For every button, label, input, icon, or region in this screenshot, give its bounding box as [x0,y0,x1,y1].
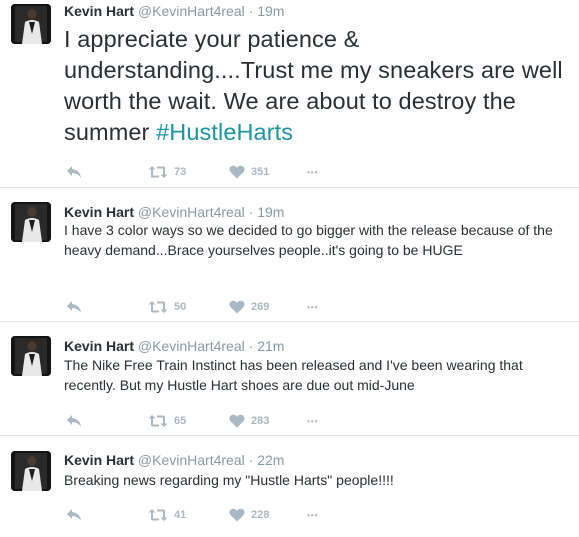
more-button[interactable]: ••• [307,298,318,316]
user-handle[interactable]: @KevinHart4real [138,452,245,468]
reply-button[interactable] [66,298,82,316]
retweet-count: 50 [174,301,187,313]
like-button[interactable]: 351 [229,163,269,181]
retweet-count: 65 [174,415,187,427]
tweet[interactable]: Kevin Hart @KevinHart4real · 19m I have … [0,188,579,322]
hashtag-link[interactable]: #HustleHarts [156,119,293,145]
retweet-icon [148,415,168,427]
avatar-image [11,451,51,491]
more-button[interactable]: ••• [307,163,318,181]
heart-icon [229,414,245,428]
retweet-button[interactable]: 50 [148,298,186,316]
reply-button[interactable] [66,412,82,430]
avatar[interactable] [11,202,51,242]
like-button[interactable]: 228 [229,506,269,524]
user-name[interactable]: Kevin Hart [64,204,134,220]
timestamp[interactable]: 19m [257,204,284,220]
heart-icon [229,165,245,179]
tweet[interactable]: Kevin Hart @KevinHart4real · 21m The Nik… [0,322,579,436]
timestamp[interactable]: 19m [257,3,284,19]
heart-icon [229,300,245,314]
tweet[interactable]: Kevin Hart @KevinHart4real · 19m I appre… [0,0,579,188]
retweet-icon [148,166,168,178]
separator-dot: · [248,204,254,220]
separator-dot: · [248,338,254,354]
tweet-actions: 41 228 ••• [64,506,464,524]
avatar[interactable] [11,4,51,44]
user-name[interactable]: Kevin Hart [64,452,134,468]
more-icon: ••• [307,416,319,426]
reply-icon [67,415,81,427]
timeline: Kevin Hart @KevinHart4real · 19m I appre… [0,0,579,537]
like-count: 283 [251,415,270,427]
timestamp[interactable]: 22m [257,452,284,468]
tweet-actions: 50 269 ••• [64,298,464,316]
like-button[interactable]: 283 [229,412,269,430]
like-count: 351 [251,166,270,178]
tweet[interactable]: Kevin Hart @KevinHart4real · 22m Breakin… [0,436,579,537]
tweet-text: I appreciate your patience & understandi… [64,24,569,148]
separator-dot: · [248,3,254,19]
avatar[interactable] [11,336,51,376]
retweet-icon [148,301,168,313]
like-count: 228 [251,509,270,521]
user-name[interactable]: Kevin Hart [64,338,134,354]
tweet-actions: 65 283 ••• [64,412,464,430]
separator-dot: · [248,452,254,468]
retweet-icon [148,509,168,521]
avatar-image [11,4,51,44]
like-count: 269 [251,301,270,313]
tweet-text-body: I appreciate your patience & understandi… [64,26,563,145]
avatar[interactable] [11,451,51,491]
retweet-button[interactable]: 41 [148,506,186,524]
reply-icon [67,166,81,178]
retweet-button[interactable]: 65 [148,412,186,430]
avatar-image [11,336,51,376]
tweet-actions: 73 351 ••• [64,163,464,181]
heart-icon [229,508,245,522]
more-button[interactable]: ••• [307,412,318,430]
reply-icon [67,301,81,313]
reply-icon [67,509,81,521]
more-icon: ••• [307,167,319,177]
tweet-text: I have 3 color ways so we decided to go … [64,222,553,258]
reply-button[interactable] [66,506,82,524]
like-button[interactable]: 269 [229,298,269,316]
more-icon: ••• [307,302,319,312]
retweet-button[interactable]: 73 [148,163,186,181]
reply-button[interactable] [66,163,82,181]
tweet-text: Breaking news regarding my "Hustle Harts… [64,472,394,488]
user-handle[interactable]: @KevinHart4real [138,204,245,220]
more-icon: ••• [307,510,319,520]
tweet-text: The Nike Free Train Instinct has been re… [64,357,523,393]
user-name[interactable]: Kevin Hart [64,3,134,19]
timestamp[interactable]: 21m [257,338,284,354]
retweet-count: 41 [174,509,187,521]
user-handle[interactable]: @KevinHart4real [138,338,245,354]
avatar-image [11,202,51,242]
more-button[interactable]: ••• [307,506,318,524]
user-handle[interactable]: @KevinHart4real [138,3,245,19]
retweet-count: 73 [174,166,187,178]
